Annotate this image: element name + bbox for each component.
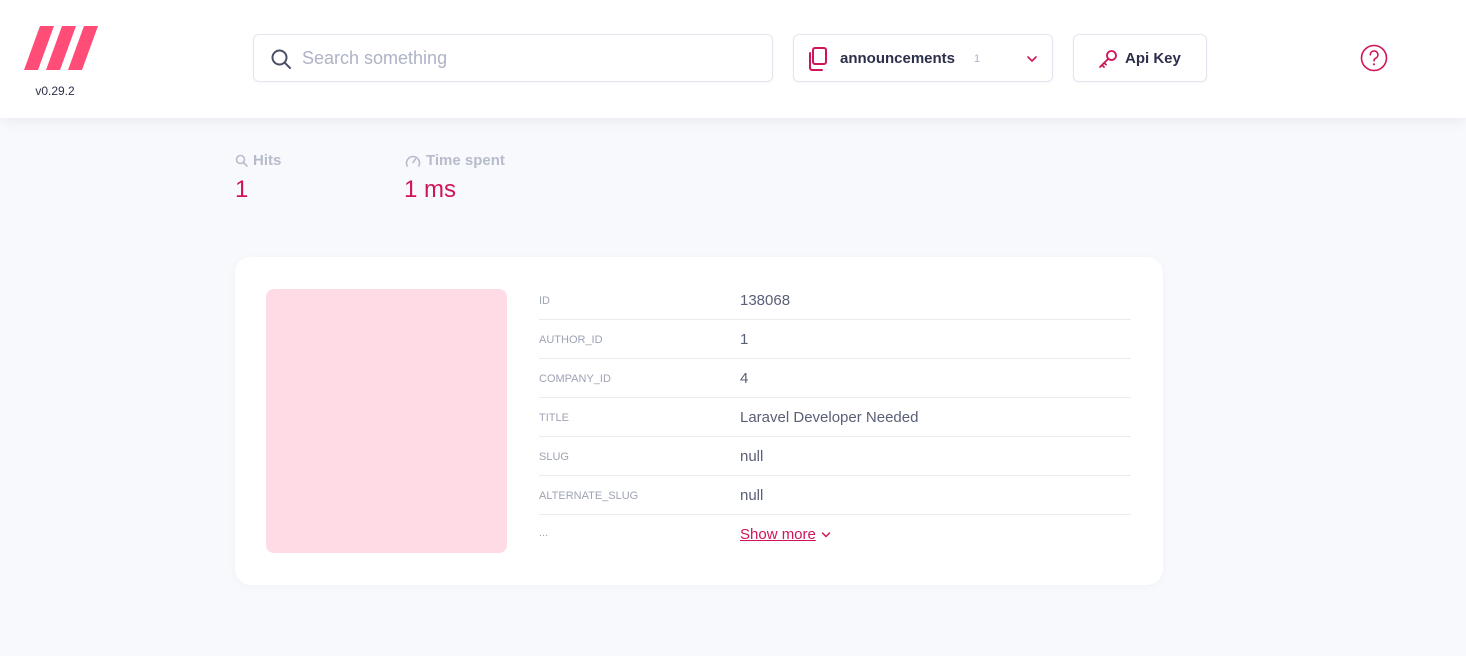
index-document-count: 1	[974, 53, 981, 65]
search-icon	[271, 49, 291, 69]
field-row: COMPANY_ID 4	[539, 359, 1131, 398]
field-value: null	[740, 487, 764, 504]
field-row: TITLE Laravel Developer Needed	[539, 398, 1131, 437]
field-key: AUTHOR_ID	[539, 334, 603, 346]
api-key-button[interactable]: Api Key	[1073, 34, 1207, 82]
field-value: 138068	[740, 292, 791, 309]
time-spent-label-text: Time spent	[426, 152, 505, 169]
time-spent-value: 1 ms	[404, 176, 457, 203]
field-row: SLUG null	[539, 437, 1131, 476]
field-value: 1	[740, 331, 749, 348]
field-key: SLUG	[539, 451, 569, 463]
speedometer-icon	[405, 155, 421, 167]
hits-value: 1	[235, 176, 249, 203]
show-more-button[interactable]: Show more	[740, 526, 831, 543]
result-card: ID 138068 AUTHOR_ID 1 COMPANY_ID 4 TITLE…	[235, 257, 1163, 585]
field-row: AUTHOR_ID 1	[539, 320, 1131, 359]
help-icon[interactable]	[1360, 44, 1388, 72]
index-name: announcements	[840, 50, 956, 67]
field-value: 4	[740, 370, 749, 387]
more-row: ... Show more	[539, 521, 1131, 547]
field-value: Laravel Developer Needed	[740, 409, 919, 426]
more-ellipsis: ...	[539, 527, 549, 539]
field-value: null	[740, 448, 764, 465]
hits-label-text: Hits	[253, 152, 282, 169]
show-more-label: Show more	[740, 526, 816, 543]
hits-label: Hits	[235, 152, 281, 169]
field-row: ID 138068	[539, 281, 1131, 320]
documents-icon	[809, 47, 827, 71]
api-key-label: Api Key	[1125, 50, 1181, 67]
field-key: TITLE	[539, 412, 569, 424]
result-thumbnail	[266, 289, 507, 553]
field-row: ALTERNATE_SLUG null	[539, 476, 1131, 515]
search-icon	[235, 154, 248, 167]
time-spent-label: Time spent	[405, 152, 505, 169]
search-box[interactable]	[253, 34, 773, 82]
index-selector[interactable]: announcements 1	[793, 34, 1053, 82]
key-icon	[1099, 50, 1117, 68]
header: v0.29.2 announcements 1 Api Key	[0, 0, 1466, 118]
chevron-down-icon	[821, 531, 831, 537]
field-key: ID	[539, 295, 550, 307]
field-key: COMPANY_ID	[539, 373, 611, 385]
meilisearch-logo	[24, 26, 98, 70]
field-key: ALTERNATE_SLUG	[539, 490, 639, 502]
version-label: v0.29.2	[35, 84, 75, 98]
chevron-down-icon	[1027, 56, 1037, 62]
search-input[interactable]	[302, 35, 762, 81]
